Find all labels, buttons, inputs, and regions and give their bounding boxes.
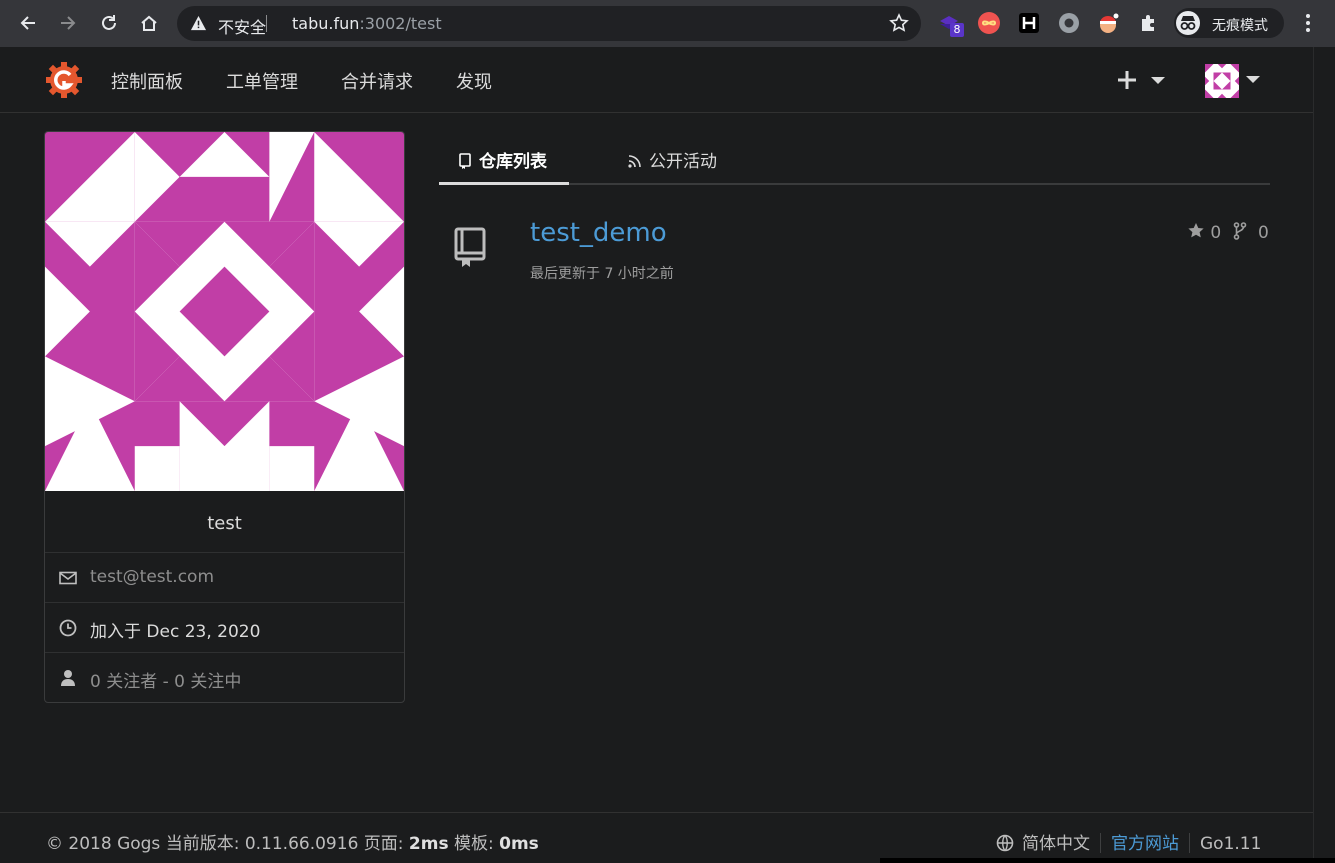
incognito-indicator[interactable]: 无痕模式 (1174, 8, 1284, 38)
plus-icon (1118, 71, 1165, 89)
nav-issues[interactable]: 工单管理 (226, 68, 298, 94)
star-icon (1188, 223, 1204, 238)
fork-icon (1233, 222, 1246, 240)
book-icon (459, 153, 471, 169)
santa-extension-icon[interactable] (1096, 11, 1120, 35)
person-icon (61, 670, 75, 686)
profile-avatar (45, 132, 404, 491)
reload-icon[interactable] (96, 10, 122, 36)
user-menu-dropdown[interactable] (1205, 64, 1263, 98)
site-footer: © 2018 Gogs 当前版本: 0.11.66.0916 页面: 2ms 模… (0, 812, 1313, 863)
repo-updated-time: 最后更新于 7 小时之前 (530, 266, 674, 282)
go-version: Go1.11 (1200, 834, 1262, 854)
bookmark-star-icon[interactable] (889, 13, 909, 33)
address-separator (266, 15, 267, 32)
browser-toolbar: 不安全 tabu.fun:3002/test 8 无痕模式 (0, 0, 1335, 47)
tab-repositories[interactable]: 仓库列表 (439, 147, 569, 185)
profile-card: test test@test.com 加入于 Dec 23, 2020 0 关注… (44, 131, 405, 703)
extension-badge: 8 (950, 23, 964, 37)
chevron-down-icon (1246, 76, 1260, 83)
home-icon[interactable] (136, 10, 162, 36)
infinity-extension-icon[interactable] (977, 11, 1001, 35)
circle-extension-icon[interactable] (1057, 11, 1081, 35)
window-bottom-edge (880, 858, 1335, 863)
address-bar[interactable]: 不安全 tabu.fun:3002/test (177, 6, 921, 41)
profile-email-row: test@test.com (45, 552, 404, 602)
profile-email[interactable]: test@test.com (90, 567, 214, 587)
tab-public-activity[interactable]: 公开活动 (627, 147, 717, 185)
back-icon[interactable] (15, 10, 41, 36)
gogs-logo-icon[interactable] (45, 61, 83, 99)
profile-username: test (207, 513, 242, 534)
official-site-link[interactable]: 官方网站 (1111, 834, 1179, 854)
repo-fork-count: 0 (1258, 223, 1269, 243)
clock-icon (59, 619, 77, 637)
globe-icon (996, 834, 1014, 852)
profile-joined-row: 加入于 Dec 23, 2020 (45, 602, 404, 652)
incognito-icon (1176, 11, 1200, 35)
mail-icon (59, 571, 77, 585)
repo-stats: 0 0 (1187, 222, 1269, 244)
warning-icon (190, 15, 207, 31)
incognito-label: 无痕模式 (1212, 18, 1268, 34)
repo-star-count: 0 (1210, 223, 1222, 243)
language-selector[interactable]: 简体中文 (1022, 834, 1090, 854)
footer-version-info: © 2018 Gogs 当前版本: 0.11.66.0916 页面: 2ms 模… (46, 834, 539, 854)
user-avatar (1205, 64, 1239, 98)
profile-follow-row: 0 关注者 - 0 关注中 (45, 652, 404, 702)
nav-dashboard[interactable]: 控制面板 (111, 68, 183, 94)
repo-icon (454, 227, 486, 267)
h-extension-icon[interactable] (1017, 11, 1041, 35)
profile-tabs: 仓库列表 公开活动 (439, 131, 1270, 185)
extension-stack-icon[interactable]: 8 (938, 11, 964, 37)
security-label: 不安全 (218, 18, 267, 37)
forward-icon[interactable] (55, 10, 81, 36)
repo-name-link[interactable]: test_demo (530, 218, 667, 248)
nav-explore[interactable]: 发现 (456, 68, 492, 94)
url-text[interactable]: tabu.fun:3002/test (292, 14, 442, 33)
extensions-puzzle-icon[interactable] (1137, 11, 1161, 35)
scrollbar-edge (1313, 47, 1314, 863)
profile-follow-stats[interactable]: 0 关注者 - 0 关注中 (90, 667, 241, 692)
create-new-dropdown[interactable] (1116, 67, 1168, 93)
site-header: 控制面板 工单管理 合并请求 发现 (0, 47, 1313, 113)
rss-icon (628, 155, 641, 168)
nav-pull-requests[interactable]: 合并请求 (341, 68, 413, 94)
footer-links: 简体中文 官方网站 Go1.11 (996, 829, 1261, 854)
profile-joined-date: 加入于 Dec 23, 2020 (90, 622, 261, 642)
browser-menu-icon[interactable] (1298, 12, 1318, 34)
